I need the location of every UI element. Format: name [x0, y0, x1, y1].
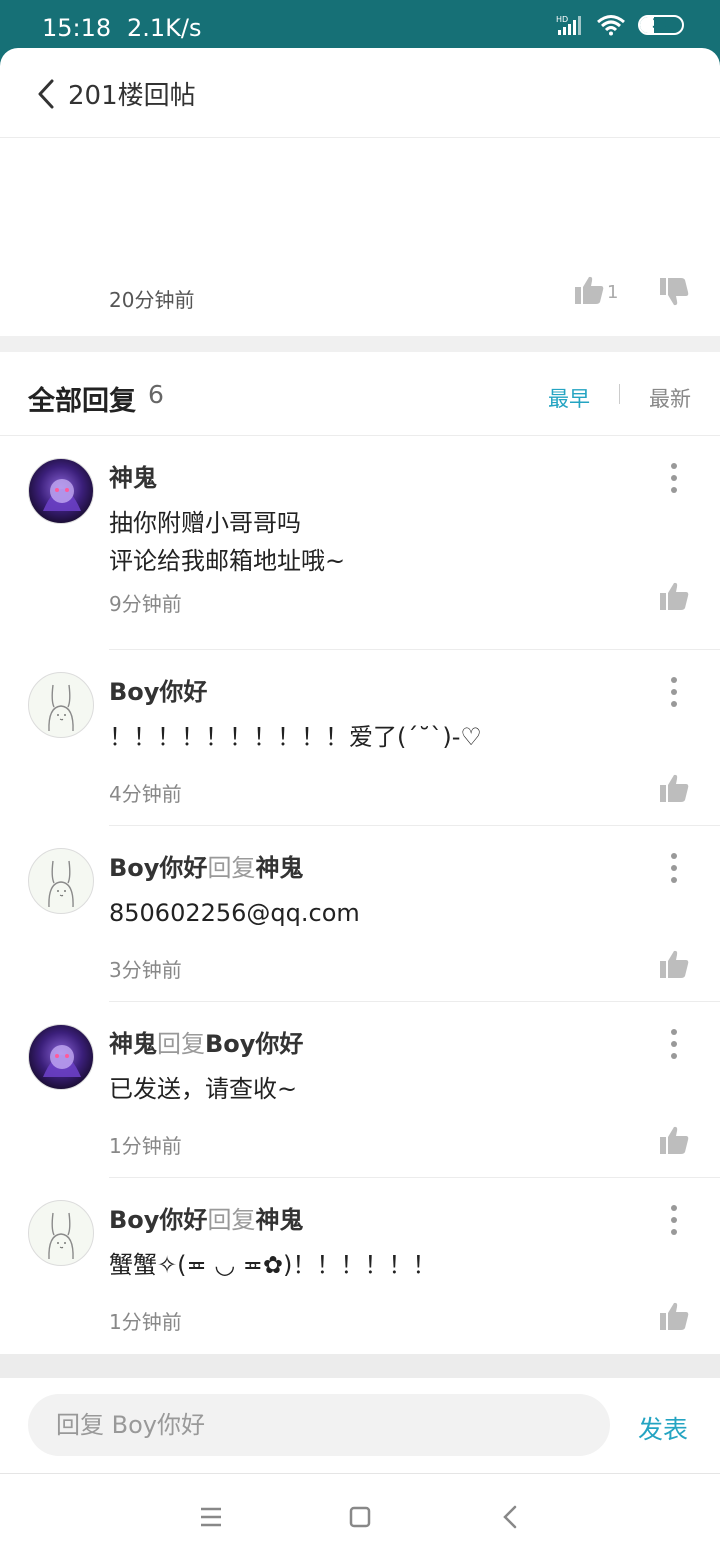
avatar[interactable] — [28, 1200, 94, 1266]
reply-input[interactable] — [28, 1394, 610, 1456]
reply-time: 4分钟前 — [109, 782, 182, 806]
author-name[interactable]: Boy你好 — [109, 678, 207, 706]
reply-text: 已发送，请查收~ — [109, 1075, 298, 1103]
battery-icon: 34 — [638, 15, 684, 35]
reply-item[interactable]: 神鬼回复Boy你好已发送，请查收~ 1分钟前 — [0, 1002, 720, 1178]
author-name[interactable]: Boy你好 — [109, 1206, 207, 1234]
bottom-divider — [0, 1354, 720, 1378]
page-title: 201楼回帖 — [68, 81, 196, 111]
reply-time: 3分钟前 — [109, 958, 182, 982]
avatar[interactable] — [28, 458, 94, 524]
send-button[interactable]: 发表 — [638, 1410, 688, 1446]
back-icon[interactable] — [496, 1502, 526, 1532]
more-options-icon[interactable] — [666, 460, 682, 496]
avatar[interactable] — [28, 848, 94, 914]
replies-title: 全部回复 — [28, 386, 136, 417]
home-icon[interactable] — [345, 1502, 375, 1532]
thumbs-up-icon[interactable] — [573, 274, 605, 306]
thumbs-up-icon[interactable] — [658, 772, 690, 804]
back-arrow-icon[interactable] — [34, 78, 58, 110]
avatar[interactable] — [28, 672, 94, 738]
section-divider — [0, 336, 720, 352]
menu-icon[interactable] — [196, 1502, 226, 1532]
thumbs-down-icon[interactable] — [658, 276, 690, 308]
battery-level: 34 — [651, 17, 671, 32]
sort-earliest-tab[interactable]: 最早 — [548, 383, 590, 413]
reply-target-name[interactable]: 神鬼 — [255, 854, 303, 882]
reply-time: 1分钟前 — [109, 1310, 182, 1334]
reply-author[interactable]: 神鬼 — [109, 458, 157, 493]
top-bar: 201楼回帖 — [0, 48, 720, 138]
thumbs-up-icon[interactable] — [658, 1124, 690, 1156]
reply-item[interactable]: Boy你好 ！！！！！！！！！！爱了(ˊ˘ˋ)-♡ 4分钟前 — [0, 650, 720, 826]
reply-input-bar: 发表 — [0, 1378, 720, 1474]
reply-item[interactable]: Boy你好回复神鬼蟹蟹✧(≖ ◡ ≖✿)！！！！！！ 1分钟前 — [0, 1178, 720, 1354]
signal-icon: HD — [556, 15, 581, 35]
more-options-icon[interactable] — [666, 1202, 682, 1238]
thumbs-up-icon[interactable] — [658, 948, 690, 980]
wifi-icon — [597, 15, 625, 36]
reply-time: 9分钟前 — [109, 592, 182, 616]
post-like-count: 1 — [607, 282, 619, 303]
reply-keyword: 回复 — [207, 1206, 256, 1234]
reply-text: 抽你附赠小哥哥吗 评论给我邮箱地址哦~ — [109, 509, 346, 575]
reply-target-name[interactable]: Boy你好 — [205, 1030, 303, 1058]
reply-text: ！！！！！！！！！！爱了(ˊ˘ˋ)-♡ — [109, 723, 482, 751]
status-time: 15:18 — [42, 14, 112, 42]
reply-author[interactable]: 神鬼回复Boy你好 — [109, 1024, 303, 1059]
sort-newest-tab[interactable]: 最新 — [649, 383, 691, 413]
reply-text: 850602256@qq.com — [109, 899, 360, 927]
reply-target-name[interactable]: 神鬼 — [255, 1206, 303, 1234]
status-icons: HD 34 — [556, 14, 684, 36]
reply-item[interactable]: Boy你好回复神鬼 850602256@qq.com 3分钟前 — [0, 826, 720, 1002]
avatar[interactable] — [28, 1024, 94, 1090]
system-nav-bar — [0, 1474, 720, 1560]
reply-keyword: 回复 — [207, 854, 256, 882]
thumbs-up-icon[interactable] — [658, 1300, 690, 1332]
reply-text: 蟹蟹✧(≖ ◡ ≖✿)！！！！！！ — [109, 1251, 437, 1279]
more-options-icon[interactable] — [666, 850, 682, 886]
reply-time: 1分钟前 — [109, 1134, 182, 1158]
reply-author[interactable]: Boy你好回复神鬼 — [109, 848, 303, 883]
page-sheet: 201楼回帖 20分钟前 1 全部回复 6 最早 最新 神鬼抽你附赠小哥哥吗 评… — [0, 48, 720, 1560]
post-time: 20分钟前 — [109, 288, 195, 312]
more-options-icon[interactable] — [666, 674, 682, 710]
author-name[interactable]: Boy你好 — [109, 854, 207, 882]
sort-separator — [619, 384, 620, 404]
status-network-speed: 2.1K/s — [127, 14, 202, 42]
svg-text:HD: HD — [556, 15, 568, 24]
author-name[interactable]: 神鬼 — [109, 1030, 157, 1058]
thumbs-up-icon[interactable] — [658, 580, 690, 612]
reply-item[interactable]: 神鬼抽你附赠小哥哥吗 评论给我邮箱地址哦~ 9分钟前 — [0, 436, 720, 650]
reply-author[interactable]: Boy你好 — [109, 672, 207, 707]
reply-author[interactable]: Boy你好回复神鬼 — [109, 1200, 303, 1235]
replies-count: 6 — [148, 380, 164, 409]
reply-keyword: 回复 — [157, 1030, 205, 1058]
more-options-icon[interactable] — [666, 1026, 682, 1062]
replies-header: 全部回复 6 最早 最新 — [0, 352, 720, 436]
author-name[interactable]: 神鬼 — [109, 464, 157, 492]
